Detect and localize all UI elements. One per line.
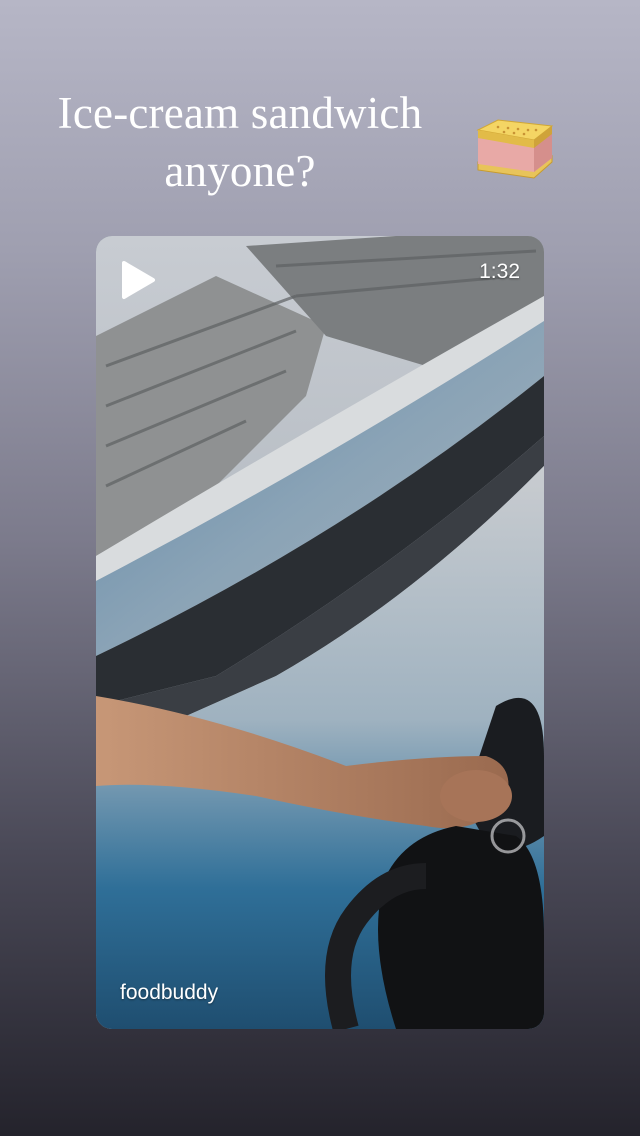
caption-line-2: anyone? (164, 146, 316, 196)
video-thumbnail (96, 236, 544, 1029)
video-post[interactable]: 1:32 foodbuddy (96, 236, 544, 1029)
play-icon (122, 261, 155, 299)
ice-cream-sandwich-icon (474, 118, 556, 184)
play-button[interactable] (118, 260, 158, 300)
video-duration: 1:32 (479, 260, 520, 283)
story-caption: Ice-cream sandwich anyone? (0, 84, 480, 200)
video-username[interactable]: foodbuddy (120, 981, 218, 1005)
caption-line-1: Ice-cream sandwich (57, 88, 423, 138)
